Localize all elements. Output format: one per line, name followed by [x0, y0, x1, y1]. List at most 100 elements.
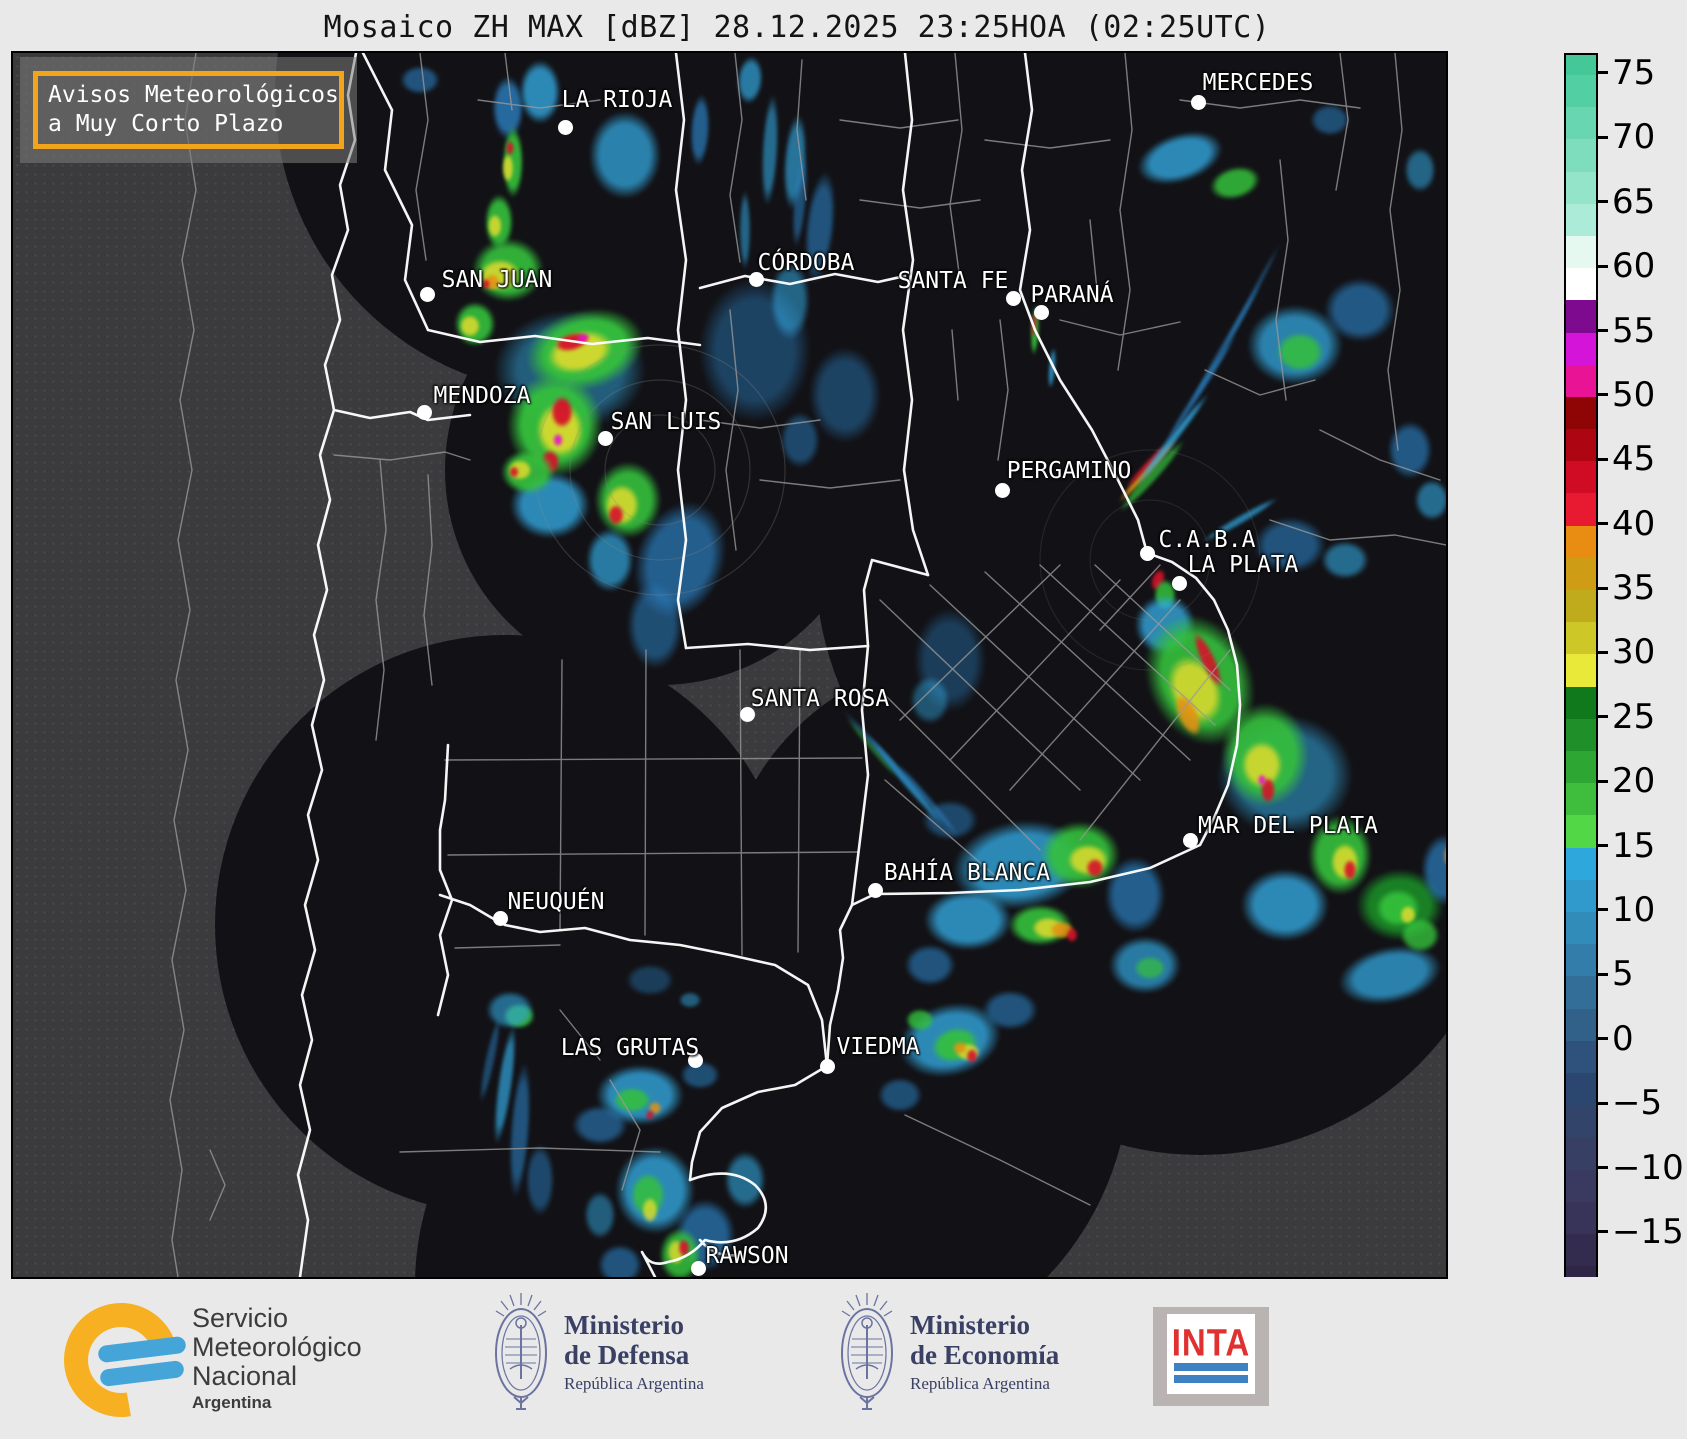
- colorbar-segment: [1566, 783, 1596, 816]
- colorbar-tick-label: 40: [1612, 503, 1656, 544]
- colorbar-segment: [1566, 847, 1596, 881]
- ministerio-defensa-logo: Ministerio de Defensa República Argentin…: [492, 1291, 704, 1413]
- colorbar-tick-label: 15: [1612, 825, 1656, 866]
- colorbar-segment: [1566, 590, 1596, 623]
- inta-label: INTA: [1171, 1320, 1251, 1364]
- colorbar-tick-label: −10: [1612, 1147, 1684, 1188]
- colorbar-tick-label: 55: [1612, 310, 1656, 351]
- colorbar-segment: [1566, 1201, 1596, 1235]
- city-label: PARANÁ: [1030, 282, 1114, 308]
- colorbar-tick-label: 35: [1612, 568, 1656, 609]
- city-label: PERGAMINO: [1006, 458, 1132, 484]
- city-label: VIEDMA: [836, 1034, 920, 1060]
- colorbar-tick: [1598, 1230, 1608, 1234]
- colorbar-tick-label: 65: [1612, 181, 1656, 222]
- city-dot: [819, 1058, 835, 1074]
- colorbar-segment: [1566, 686, 1596, 720]
- city-label: SAN LUIS: [610, 409, 722, 435]
- city-label: SANTA ROSA: [750, 686, 890, 712]
- city-label: BAHÍA BLANCA: [883, 860, 1051, 886]
- warning-line-1: Avisos Meteorológicos: [48, 82, 339, 109]
- colorbar-segment: [1566, 1137, 1596, 1171]
- colorbar-segment: [1566, 74, 1596, 108]
- city-label: MENDOZA: [433, 383, 531, 409]
- city-dot: [416, 404, 432, 420]
- colorbar-segment: [1566, 493, 1596, 527]
- colorbar-segment: [1566, 396, 1596, 430]
- city-label: NEUQUÉN: [507, 889, 605, 915]
- colorbar-segment: [1566, 1008, 1596, 1042]
- defensa-line1: Ministerio: [564, 1309, 684, 1340]
- colorbar-tick: [1598, 135, 1608, 139]
- colorbar-tick-label: 70: [1612, 117, 1656, 158]
- colorbar-tick: [1598, 71, 1608, 75]
- city-label: SANTA FE: [897, 268, 1009, 294]
- warning-banner-border: Avisos Meteorológicos a Muy Corto Plazo: [33, 71, 344, 149]
- warning-banner[interactable]: Avisos Meteorológicos a Muy Corto Plazo: [20, 57, 357, 163]
- colorbar-tick: [1598, 393, 1608, 397]
- colorbar-tick-label: 30: [1612, 632, 1656, 673]
- colorbar-tick: [1598, 844, 1608, 848]
- coat-of-arms-icon: [495, 1293, 547, 1410]
- colorbar-segment: [1566, 1072, 1596, 1106]
- colorbar-segment: [1566, 171, 1596, 205]
- city-dot: [557, 119, 573, 135]
- city-label: SAN JUAN: [441, 267, 553, 293]
- colorbar-segment: [1566, 139, 1596, 173]
- colorbar-tick: [1598, 1037, 1608, 1041]
- colorbar-segment: [1566, 429, 1596, 462]
- colorbar-segment: [1566, 332, 1596, 366]
- city-dot: [1182, 832, 1198, 848]
- inta-logo: INTA: [1153, 1307, 1269, 1406]
- city-label: MAR DEL PLATA: [1197, 813, 1379, 839]
- colorbar-tick: [1598, 908, 1608, 912]
- city-label: MERCEDES: [1202, 70, 1314, 96]
- colorbar-tick: [1598, 457, 1608, 461]
- colorbar-tick: [1598, 715, 1608, 719]
- page-title: Mosaico ZH MAX [dBZ] 28.12.2025 23:25HOA…: [323, 10, 1271, 45]
- smn-logo: Servicio Meteorológico Nacional Argentin…: [41, 1280, 362, 1439]
- city-label: LA RIOJA: [561, 87, 673, 113]
- colorbar-segment: [1566, 879, 1596, 913]
- inta-frame-icon: INTA: [1153, 1307, 1269, 1406]
- colorbar-tick: [1598, 329, 1608, 332]
- city-dot: [690, 1260, 706, 1276]
- colorbar-tick: [1598, 522, 1608, 526]
- colorbar-tick-label: −5: [1612, 1083, 1663, 1124]
- colorbar-tick: [1598, 972, 1608, 976]
- defensa-line3: República Argentina: [564, 1374, 704, 1394]
- colorbar-tick-label: 10: [1612, 889, 1656, 930]
- smn-name-line2: Meteorológico: [192, 1331, 362, 1362]
- dbz-colorbar: [1564, 53, 1598, 1281]
- colorbar-tick-label: 5: [1612, 954, 1634, 995]
- city-dot: [994, 482, 1010, 498]
- city-label: LA PLATA: [1187, 552, 1299, 578]
- colorbar-tick: [1598, 650, 1608, 654]
- city-label: LAS GRUTAS: [560, 1035, 700, 1061]
- smn-name-line4: Argentina: [192, 1392, 272, 1412]
- colorbar-segment: [1566, 235, 1596, 269]
- smn-name-line1: Servicio: [192, 1303, 289, 1334]
- colorbar-segment: [1566, 525, 1596, 559]
- city-dot: [1171, 575, 1187, 591]
- colorbar-segment: [1566, 268, 1596, 301]
- colorbar-segment: [1566, 461, 1596, 495]
- colorbar-segment: [1566, 364, 1596, 398]
- smn-swoosh-icon: [41, 1280, 201, 1439]
- city-dot: [492, 910, 508, 926]
- colorbar-segment: [1566, 557, 1596, 591]
- colorbar-tick-label: 25: [1612, 696, 1656, 737]
- colorbar-tick-label: 60: [1612, 246, 1656, 287]
- colorbar-segment: [1566, 1040, 1596, 1074]
- colorbar-segment: [1566, 300, 1596, 334]
- city-label: CÓRDOBA: [757, 250, 855, 276]
- smn-name-line3: Nacional: [192, 1360, 298, 1391]
- radar-map: LA RIOJA MERCEDES SAN JUAN CÓRDOBA SANTA FE P…: [13, 53, 1446, 1277]
- ministerio-economia-logo: Ministerio de Economía República Argenti…: [838, 1291, 1059, 1413]
- economia-line1: Ministerio: [910, 1309, 1030, 1340]
- colorbar-segment: [1566, 203, 1596, 237]
- colorbar-segment: [1566, 1169, 1596, 1203]
- colorbar-tick: [1598, 1166, 1608, 1170]
- city-dot: [1190, 94, 1206, 110]
- economia-line2: de Economía: [910, 1340, 1060, 1370]
